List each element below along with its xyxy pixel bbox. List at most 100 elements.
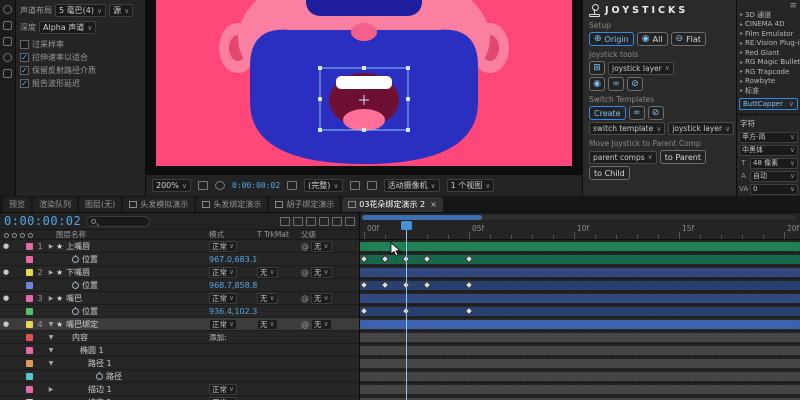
visibility-eye-icon[interactable]: ● (0, 268, 12, 276)
layer-search[interactable] (86, 215, 151, 227)
joystick-layer-dropdown-2[interactable]: joystick layer ∨ (668, 122, 735, 135)
label-color-chip[interactable] (24, 333, 34, 341)
label-color-chip[interactable] (24, 346, 34, 354)
blend-mode-dropdown[interactable]: 正常∨ (209, 266, 257, 278)
stopwatch-icon[interactable] (72, 280, 79, 289)
visibility-eye-icon[interactable]: ● (0, 242, 12, 250)
twirl-icon[interactable]: ▼ (46, 347, 56, 354)
checkbox[interactable]: ✓ (20, 53, 29, 62)
duration-bar[interactable] (360, 372, 800, 381)
to-child-button[interactable]: to Child (589, 166, 630, 180)
parent-dropdown[interactable]: @ 无 ∨ (301, 292, 359, 304)
track-row[interactable] (360, 305, 800, 318)
close-icon[interactable]: × (430, 200, 437, 209)
twirl-icon[interactable]: ▸ (740, 30, 743, 37)
blend-mode-dropdown[interactable]: 正常∨ (209, 240, 257, 252)
duration-bar[interactable] (360, 346, 800, 355)
property-value[interactable]: 968.7,858.8 (209, 281, 301, 290)
twirl-icon[interactable]: ▸ (740, 49, 743, 56)
zoom-dropdown[interactable]: 200% ∨ (152, 179, 191, 192)
leading-dropdown[interactable]: 自动 ∨ (750, 170, 798, 182)
parent-comps-dropdown[interactable]: parent comps ∨ (589, 150, 657, 164)
duration-bar[interactable] (360, 307, 800, 316)
duration-bar[interactable] (360, 268, 800, 277)
frame-blending-icon[interactable] (319, 216, 329, 226)
parent-dropdown[interactable]: @ 无 ∨ (301, 266, 359, 278)
playhead-line[interactable] (406, 230, 407, 400)
parent-header[interactable]: 父级 (301, 229, 359, 240)
track-row[interactable] (360, 357, 800, 370)
label-color-chip[interactable] (24, 268, 34, 276)
trkmat-dropdown[interactable]: 无 ∨ (257, 266, 301, 278)
effects-category[interactable]: ▸ CINEMA 4D (737, 20, 800, 30)
effects-category[interactable]: ▸ 标准 (737, 86, 800, 96)
property-value[interactable]: 967.0,683.1 (209, 255, 301, 264)
audio-preview-icon[interactable] (3, 5, 12, 14)
pickwhip-icon[interactable]: @ (301, 268, 309, 277)
effects-category[interactable]: ▸ Rowbyte (737, 77, 800, 87)
label-color-chip[interactable] (24, 385, 34, 393)
layer-name[interactable]: 内容 (56, 332, 209, 343)
blend-mode-dropdown[interactable]: 正常∨ (209, 383, 257, 395)
tab-4[interactable]: 头发绑定演示 (196, 197, 268, 212)
effects-category[interactable]: ▸ RG Magic Bullet (737, 58, 800, 68)
twirl-icon[interactable]: ▼ (46, 321, 56, 328)
create-button[interactable]: Create (589, 106, 626, 120)
tracking-dropdown[interactable]: 0 ∨ (750, 183, 798, 195)
effects-category[interactable]: ▸ Film Emulator (737, 29, 800, 39)
resolution-dropdown[interactable]: (完整) ∨ (304, 179, 343, 192)
template-link-button[interactable]: ∞ (628, 106, 645, 120)
tab-6[interactable]: 03花朵绑定演示 2 × (342, 197, 443, 212)
timeline-row[interactable]: 路径 (0, 370, 359, 383)
timeline-row[interactable]: ▼ 椭圆 1 (0, 344, 359, 357)
joystick-layer-dropdown[interactable]: joystick layer ∨ (608, 61, 674, 75)
draft-3d-icon[interactable] (293, 216, 303, 226)
twirl-icon[interactable]: ▶ (46, 243, 56, 250)
visibility-eye-icon[interactable]: ● (0, 320, 12, 328)
layer-name[interactable]: 填充 1 (56, 397, 209, 400)
graph-editor-icon[interactable] (345, 216, 355, 226)
timeline-row[interactable]: ● 3 ▶ ★ 嘴巴 正常 ∨ 无 ∨ @ 无 ∨ (0, 292, 359, 305)
twirl-icon[interactable]: ▶ (46, 295, 56, 302)
twirl-icon[interactable]: ▼ (46, 334, 56, 341)
timeline-row[interactable]: ● 4 ▼ ★ 嘴巴绑定 正常 ∨ 无 ∨ @ 无 ∨ (0, 318, 359, 331)
font-style-dropdown[interactable]: 中黑体 ∨ (739, 144, 798, 156)
template-unlink-button[interactable]: ⊘ (647, 106, 664, 120)
track-row[interactable] (360, 370, 800, 383)
current-timecode[interactable]: 0:00:00:02 (4, 214, 81, 228)
timeline-row[interactable]: ▶ 描边 1 正常 ∨ (0, 383, 359, 396)
origin-button[interactable]: ⊕ Origin (589, 32, 634, 46)
layer-name[interactable]: ★ 上嘴唇 (56, 241, 209, 252)
to-parent-button[interactable]: to Parent (659, 150, 706, 164)
layer-name[interactable]: 位置 (56, 254, 209, 265)
duration-bar[interactable] (360, 385, 800, 394)
search-input[interactable] (98, 216, 139, 226)
pickwhip-icon[interactable]: @ (301, 320, 309, 329)
timeline-row[interactable]: 位置 936.4,102.3 (0, 305, 359, 318)
effects-category[interactable]: ▸RE:Vision Plug-ins (737, 39, 800, 49)
label-color-chip[interactable] (24, 242, 34, 250)
checkbox[interactable]: ✓ (20, 66, 29, 75)
twirl-icon[interactable]: ▼ (46, 360, 56, 367)
playhead-handle[interactable] (401, 221, 412, 230)
twirl-icon[interactable]: ▸ (740, 78, 743, 85)
tab-0[interactable]: 预览 (3, 197, 31, 212)
region-of-interest-icon[interactable] (349, 181, 360, 190)
settings-gear-icon[interactable] (3, 69, 12, 78)
blend-mode-dropdown[interactable]: 正常∨ (209, 318, 257, 330)
pickwhip-icon[interactable]: @ (301, 242, 309, 251)
label-color-chip[interactable] (24, 359, 34, 367)
alpha-channel-dropdown[interactable]: Alpha 声道 ∨ (39, 21, 97, 34)
channel-layout-dropdown[interactable]: 5 毫巴(4) ∨ (55, 4, 107, 17)
layer-name[interactable]: 位置 (56, 306, 209, 317)
buttcapper-item[interactable]: ButtCapper ∨ (739, 97, 798, 110)
parent-dropdown[interactable]: @ 无 ∨ (301, 240, 359, 252)
layer-name-header[interactable]: 图层名称 (56, 229, 209, 240)
joystick-tool-button[interactable]: ⊞ (589, 61, 605, 75)
flat-button[interactable]: ⊖ Flat (670, 32, 706, 46)
timeline-navigator[interactable] (362, 215, 796, 220)
track-row[interactable] (360, 292, 800, 305)
track-row[interactable] (360, 344, 800, 357)
add-button[interactable]: 添加: (209, 332, 227, 343)
link-button[interactable]: ∞ (608, 77, 624, 91)
